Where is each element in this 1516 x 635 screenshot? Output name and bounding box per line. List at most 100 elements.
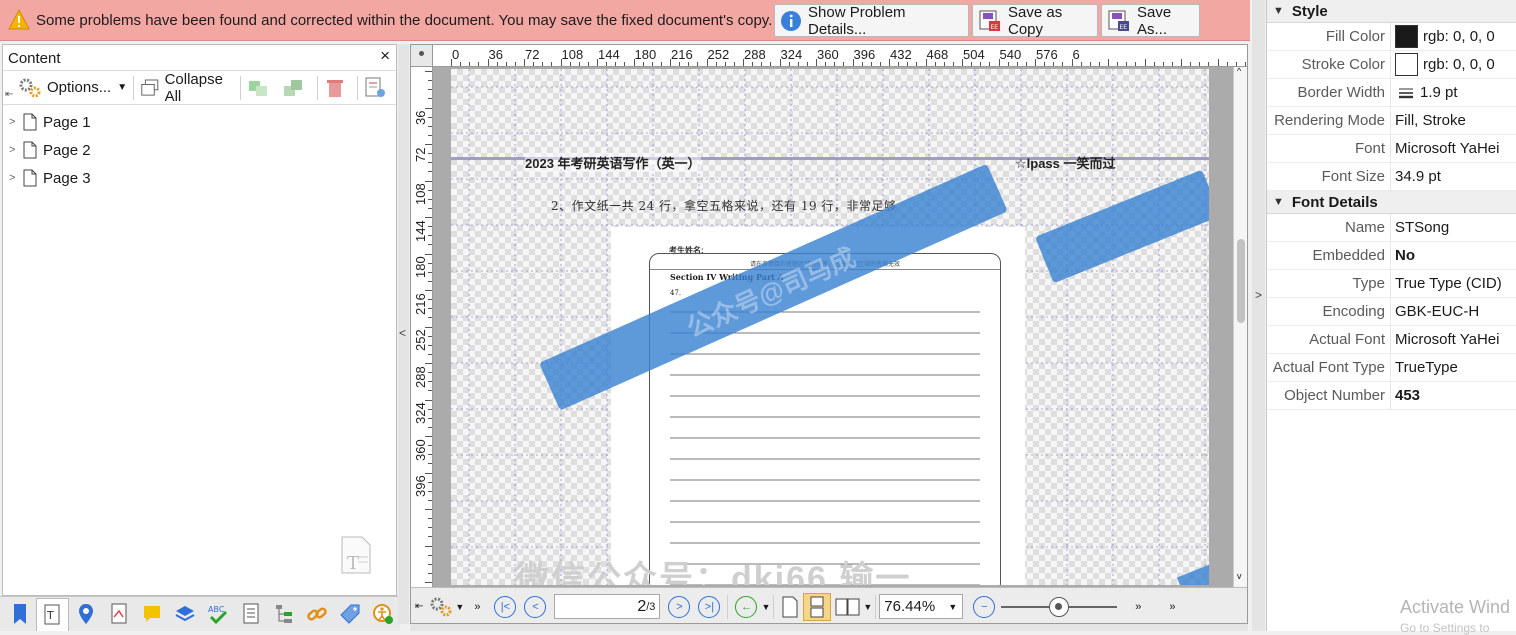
zoom-select[interactable]: 76.44% ▼ <box>879 594 964 619</box>
ruler-tick <box>642 62 644 66</box>
ruler-tick <box>428 381 432 383</box>
tab-tags[interactable] <box>333 598 366 631</box>
comment-icon <box>143 606 160 622</box>
tab-links[interactable] <box>300 598 333 631</box>
property-label: Actual Font <box>1267 325 1391 354</box>
scroll-thumb[interactable] <box>1237 239 1245 323</box>
property-row-name[interactable]: Name STSong <box>1267 213 1516 242</box>
zoom-slider-thumb[interactable] <box>1049 596 1070 617</box>
more-arrow-icon[interactable]: » <box>1169 601 1175 613</box>
property-row-font-size[interactable]: Font Size 34.9 pt <box>1267 162 1516 191</box>
delete-button[interactable] <box>321 73 354 103</box>
back-view-button[interactable]: ← <box>735 595 758 618</box>
page-number-input[interactable]: 2/3 <box>554 594 661 619</box>
tab-destinations[interactable] <box>69 598 102 631</box>
save-as-copy-button[interactable]: EE Save as Copy <box>972 4 1098 38</box>
property-row-type[interactable]: Type True Type (CID) <box>1267 269 1516 298</box>
property-row-rendering-mode[interactable]: Rendering Mode Fill, Stroke <box>1267 106 1516 135</box>
property-label: Stroke Color <box>1267 50 1391 79</box>
properties-button[interactable] <box>361 73 396 103</box>
tab-pages[interactable] <box>234 598 267 631</box>
style-section-header[interactable]: ▼ Style <box>1267 0 1516 23</box>
property-row-stroke-color[interactable]: Stroke Color rgb: 0, 0, 0 <box>1267 50 1516 79</box>
move-up-button[interactable] <box>244 73 279 103</box>
ruler-tick <box>428 153 432 155</box>
chevron-right-icon[interactable]: > <box>9 172 21 184</box>
tree-item-label: Page 3 <box>43 169 91 187</box>
vertical-scrollbar[interactable]: ^ v <box>1233 66 1247 587</box>
view-options-button[interactable]: ▼ <box>429 596 464 618</box>
tab-spell-check[interactable]: ABC <box>201 598 234 631</box>
next-page-button[interactable]: > <box>668 595 691 618</box>
options-button[interactable]: Options... ▼ <box>15 73 130 103</box>
first-page-button[interactable]: |< <box>494 595 517 618</box>
single-page-icon[interactable] <box>781 596 799 618</box>
ruler-tick <box>816 59 817 66</box>
ruler-tick <box>660 62 662 66</box>
ruler-tick <box>1208 62 1210 66</box>
collapse-left-arrow-icon[interactable]: < <box>399 326 406 340</box>
move-down-button[interactable] <box>279 73 314 103</box>
ruler-tick <box>578 62 580 66</box>
chevron-down-icon[interactable]: ▼ <box>761 602 770 612</box>
tab-signatures[interactable] <box>102 598 135 631</box>
tree-item-page-3[interactable]: > Page 3 <box>3 164 396 192</box>
stroke-color-swatch[interactable] <box>1395 53 1418 76</box>
panel-tab-bar: T ABC <box>0 596 400 631</box>
ruler-tick <box>428 563 432 565</box>
left-splitter[interactable]: < <box>398 44 409 624</box>
more-arrow-icon[interactable]: » <box>1135 601 1141 613</box>
fill-color-swatch[interactable] <box>1395 25 1418 48</box>
ruler-tick <box>428 171 432 173</box>
prev-page-button[interactable]: < <box>524 595 547 618</box>
tree-item-page-2[interactable]: > Page 2 <box>3 136 396 164</box>
tab-bookmarks[interactable] <box>3 598 36 631</box>
more-arrow-icon[interactable]: » <box>474 601 480 613</box>
ruler-tick <box>533 62 535 66</box>
tab-comments[interactable] <box>135 598 168 631</box>
save-as-button[interactable]: EE Save As... <box>1101 4 1200 38</box>
font-details-section-header[interactable]: ▼ Font Details <box>1267 191 1516 214</box>
scroll-up-icon[interactable]: ^ <box>1237 66 1241 76</box>
property-label: Object Number <box>1267 381 1391 410</box>
pdf-page[interactable]: 2023 年考研英语写作（英一） ☆lpass 一笑而过 2、作文纸一共 24 … <box>451 69 1209 585</box>
show-problem-details-button[interactable]: Show Problem Details... <box>774 4 969 38</box>
ruler-tick <box>428 372 432 374</box>
property-row-object-number[interactable]: Object Number 453 <box>1267 381 1516 410</box>
collapse-all-button[interactable]: Collapse All <box>137 71 237 105</box>
accessibility-icon <box>372 604 393 624</box>
ruler-tick-label: 0 <box>452 47 460 62</box>
tab-content[interactable]: T <box>36 597 69 631</box>
last-page-button[interactable]: >| <box>698 595 721 618</box>
scroll-down-icon[interactable]: v <box>1237 571 1242 581</box>
tab-structure[interactable] <box>267 598 300 631</box>
content-icon: T <box>44 604 59 624</box>
vertical-ruler[interactable]: 36 72 108 144 180 216 252 288 324 360 396 <box>411 67 433 611</box>
document-view[interactable]: 0 36 72 108 144 180 216 252 288 324 360 396 432 468 50… <box>410 44 1248 624</box>
collapse-right-arrow-icon[interactable]: > <box>1255 288 1262 302</box>
ruler-tick <box>1071 59 1073 66</box>
two-pages-icon[interactable] <box>835 596 861 618</box>
tab-layers[interactable] <box>168 598 201 631</box>
tab-accessibility[interactable] <box>366 598 399 631</box>
right-splitter[interactable]: > <box>1252 0 1265 631</box>
chevron-down-icon[interactable]: ▼ <box>863 602 872 612</box>
property-row-border-width[interactable]: Border Width 1.9 pt <box>1267 78 1516 107</box>
property-row-actual-font-type[interactable]: Actual Font Type TrueType <box>1267 353 1516 382</box>
property-row-font[interactable]: Font Microsoft YaHei <box>1267 134 1516 163</box>
property-row-encoding[interactable]: Encoding GBK-EUC-H <box>1267 297 1516 326</box>
zoom-slider[interactable] <box>1001 596 1118 617</box>
horizontal-ruler[interactable]: 0 36 72 108 144 180 216 252 288 324 360 396 432 468 50… <box>411 45 1247 67</box>
close-icon[interactable]: × <box>380 46 390 66</box>
continuous-page-button[interactable] <box>803 592 832 621</box>
tree-item-page-1[interactable]: > Page 1 <box>3 108 396 136</box>
property-row-fill-color[interactable]: Fill Color rgb: 0, 0, 0 <box>1267 22 1516 51</box>
ruler-tick-label: 396 <box>413 475 428 497</box>
chevron-right-icon[interactable]: > <box>9 144 21 156</box>
property-row-actual-font[interactable]: Actual Font Microsoft YaHei <box>1267 325 1516 354</box>
collapse-toolbar-icon[interactable]: ⇤ <box>415 601 423 612</box>
zoom-out-button[interactable]: − <box>973 595 996 618</box>
collapse-toolbar-icon[interactable]: ⇤ <box>5 89 13 100</box>
chevron-right-icon[interactable]: > <box>9 116 21 128</box>
property-row-embedded[interactable]: Embedded No <box>1267 241 1516 270</box>
